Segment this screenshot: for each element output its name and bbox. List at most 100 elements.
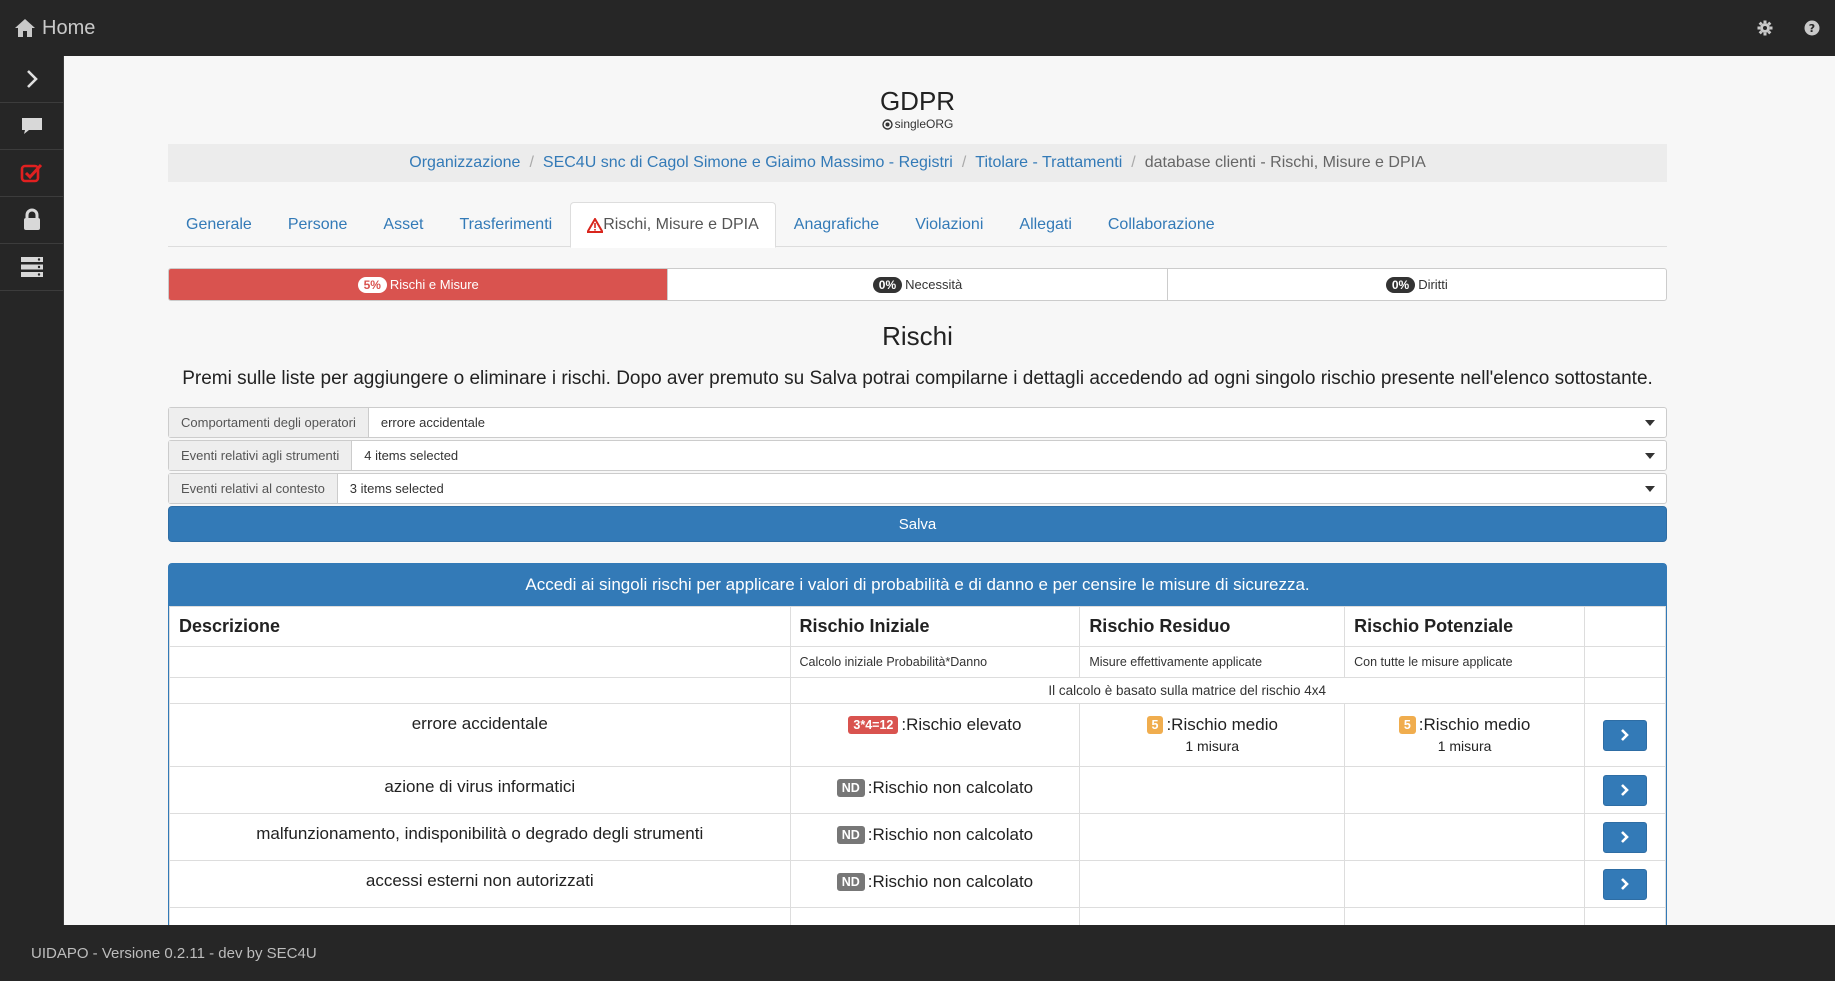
home-link[interactable]: Home xyxy=(14,17,95,40)
measure-count: 1 misura xyxy=(1185,738,1240,754)
field-label: Eventi relativi al contesto xyxy=(169,474,338,503)
chevron-right-icon xyxy=(1621,729,1629,741)
progress-diritti[interactable]: 0% Diritti xyxy=(1168,269,1666,300)
progress-percent: 0% xyxy=(1385,276,1416,293)
gear-icon xyxy=(1757,20,1772,36)
progress-label: Necessità xyxy=(905,277,963,292)
breadcrumb-trattamenti[interactable]: Titolare - Trattamenti xyxy=(975,154,1122,172)
table-row: azione di virus informatici ND:Rischio n… xyxy=(169,766,1666,814)
risk-description: errore accidentale xyxy=(169,703,791,767)
subheader-potenziale: Con tutte le misure applicate xyxy=(1344,646,1585,678)
field-value[interactable]: 4 items selected xyxy=(352,441,1634,470)
tab-anagrafiche[interactable]: Anagrafiche xyxy=(776,202,897,247)
sidebar-toggle[interactable] xyxy=(0,56,63,103)
progress-percent: 5% xyxy=(357,276,387,293)
col-rischio-potenziale: Rischio Potenziale xyxy=(1344,606,1585,647)
main-content: GDPR singleORG Organizzazione / SEC4U sn… xyxy=(64,56,1835,925)
risk-badge: 5 xyxy=(1398,716,1416,734)
risk-badge: 3*4=12 xyxy=(848,716,899,734)
tab-rischi-label: Rischi, Misure e DPIA xyxy=(603,216,759,233)
risk-badge: ND xyxy=(836,826,865,844)
risk-level: :Rischio medio xyxy=(1418,715,1531,734)
org-mode: singleORG xyxy=(168,117,1667,131)
select-comportamenti[interactable]: Comportamenti degli operatori errore acc… xyxy=(168,407,1667,438)
section-intro: Premi sulle liste per aggiungere o elimi… xyxy=(182,368,1653,389)
caret-down-icon xyxy=(1645,419,1655,426)
sidebar-item-tasks[interactable] xyxy=(0,150,63,197)
lock-icon xyxy=(23,208,40,230)
progress-necessita[interactable]: 0% Necessità xyxy=(668,269,1168,300)
checkbox-icon xyxy=(20,163,42,183)
tab-trasferimenti[interactable]: Trasferimenti xyxy=(441,202,570,247)
field-value[interactable]: errore accidentale xyxy=(369,408,1634,437)
progress-label: Rischi e Misure xyxy=(389,277,479,292)
tab-collaborazione[interactable]: Collaborazione xyxy=(1090,202,1233,247)
risk-level: :Rischio non calcolato xyxy=(867,872,1034,891)
tab-persone[interactable]: Persone xyxy=(270,202,366,247)
breadcrumb-separator: / xyxy=(961,154,967,171)
risk-description: malfunzionamento, indisponibilità o degr… xyxy=(169,813,791,861)
risk-table: Descrizione Rischio Iniziale Rischio Res… xyxy=(169,606,1666,925)
chevron-right-icon xyxy=(26,70,38,88)
tab-asset[interactable]: Asset xyxy=(365,202,441,247)
risk-description: accessi esterni non autorizzati xyxy=(169,860,791,908)
caret-down-icon xyxy=(1645,452,1655,459)
open-risk-button[interactable] xyxy=(1603,821,1647,853)
risk-level: :Rischio medio xyxy=(1166,715,1278,734)
save-button[interactable]: Salva xyxy=(168,506,1667,542)
breadcrumb-registri[interactable]: SEC4U snc di Cagol Simone e Giaimo Massi… xyxy=(543,154,953,172)
table-row: accessi esterni non autorizzati ND:Risch… xyxy=(169,860,1666,908)
tab-rischi[interactable]: Rischi, Misure e DPIA xyxy=(570,202,776,248)
measure-count: 1 misura xyxy=(1437,738,1492,754)
chevron-right-icon xyxy=(1621,878,1629,890)
caret-down-icon xyxy=(1645,485,1655,492)
server-icon xyxy=(20,257,43,277)
field-label: Eventi relativi agli strumenti xyxy=(169,441,353,470)
comment-icon xyxy=(21,118,42,134)
dot-circle-icon xyxy=(881,118,893,130)
footer: UIDAPO - Versione 0.2.11 - dev by SEC4U xyxy=(0,925,1835,981)
section-title: Rischi xyxy=(882,321,953,351)
svg-text:?: ? xyxy=(1808,22,1814,35)
open-risk-button[interactable] xyxy=(1603,868,1647,900)
risk-level: :Rischio non calcolato xyxy=(867,778,1034,797)
risk-level: :Rischio elevato xyxy=(901,715,1022,734)
risk-badge: 5 xyxy=(1146,716,1164,734)
risk-description: azione di virus informatici xyxy=(169,766,791,814)
progress-steps: 5% Rischi e Misure 0% Necessità 0% Dirit… xyxy=(168,268,1667,301)
open-risk-button[interactable] xyxy=(1603,719,1647,751)
home-label: Home xyxy=(42,16,96,39)
field-value[interactable]: 3 items selected xyxy=(338,474,1634,503)
risk-selectors: Comportamenti degli operatori errore acc… xyxy=(168,407,1667,542)
home-icon xyxy=(15,19,35,37)
tab-violazioni[interactable]: Violazioni xyxy=(897,202,1001,247)
risk-panel: Accedi ai singoli rischi per applicare i… xyxy=(168,563,1667,925)
tab-allegati[interactable]: Allegati xyxy=(1001,202,1089,247)
tab-bar: Generale Persone Asset Trasferimenti Ris… xyxy=(168,202,1667,248)
settings-button[interactable] xyxy=(1741,20,1788,36)
chevron-right-icon xyxy=(1621,784,1629,796)
tab-generale[interactable]: Generale xyxy=(168,202,270,247)
risk-level: :Rischio non calcolato xyxy=(867,825,1034,844)
breadcrumb-organizzazione[interactable]: Organizzazione xyxy=(409,154,520,172)
breadcrumb-current: database clienti - Rischi, Misure e DPIA xyxy=(1144,154,1426,171)
question-circle-icon: ? xyxy=(1804,20,1819,36)
open-risk-button[interactable] xyxy=(1603,774,1647,806)
sidebar-item-servers[interactable] xyxy=(0,244,63,291)
breadcrumb: Organizzazione / SEC4U snc di Cagol Simo… xyxy=(168,144,1667,182)
progress-percent: 0% xyxy=(872,276,903,293)
version-text: UIDAPO - Versione 0.2.11 - dev by SEC4U xyxy=(31,944,317,962)
risk-badge: ND xyxy=(836,873,865,891)
col-rischio-residuo: Rischio Residuo xyxy=(1079,606,1346,647)
sidebar-item-messages[interactable] xyxy=(0,103,63,150)
progress-rischi-misure[interactable]: 5% Rischi e Misure xyxy=(169,269,669,300)
table-row: errore accidentale 3*4=12:Rischio elevat… xyxy=(169,703,1666,767)
help-button[interactable]: ? xyxy=(1788,20,1835,36)
progress-label: Diritti xyxy=(1418,277,1448,292)
chevron-right-icon xyxy=(1621,831,1629,843)
sidebar-item-security[interactable] xyxy=(0,197,63,244)
select-eventi-contesto[interactable]: Eventi relativi al contesto 3 items sele… xyxy=(168,473,1667,504)
select-eventi-strumenti[interactable]: Eventi relativi agli strumenti 4 items s… xyxy=(168,440,1667,471)
matrix-note: Il calcolo è basato sulla matrice del ri… xyxy=(789,677,1585,704)
org-mode-label: singleORG xyxy=(894,117,954,131)
